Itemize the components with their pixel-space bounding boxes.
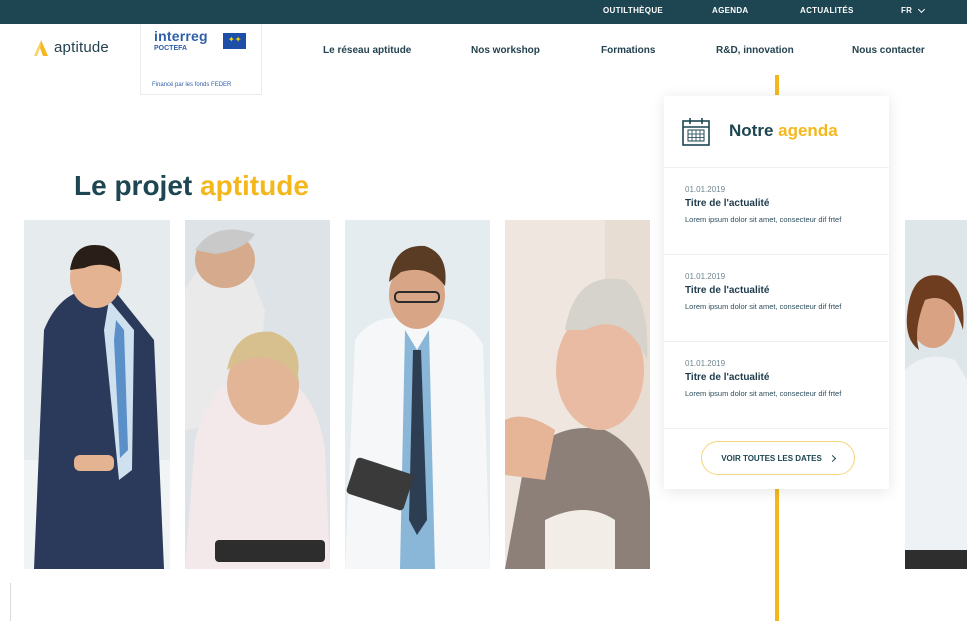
agenda-title-accent: agenda	[778, 121, 838, 140]
agenda-card: Notre agenda 01.01.2019 Titre de l'actua…	[664, 96, 889, 489]
photo-seniors-tablet	[185, 220, 330, 569]
nav-formations[interactable]: Formations	[601, 45, 655, 56]
hero-title: Le projet aptitude	[74, 170, 309, 202]
event-date: 01.01.2019	[685, 185, 726, 194]
aptitude-logo-icon	[34, 39, 48, 56]
eu-flag-icon: ✦✦	[223, 33, 246, 49]
agenda-title: Notre agenda	[729, 121, 838, 141]
event-description: Lorem ipsum dolor sit amet, consecteur d…	[685, 302, 842, 311]
agenda-title-prefix: Notre	[729, 121, 774, 140]
agenda-event[interactable]: 01.01.2019 Titre de l'actualité Lorem ip…	[664, 168, 889, 255]
topbar-link-agenda[interactable]: AGENDA	[712, 6, 748, 15]
agenda-event[interactable]: 01.01.2019 Titre de l'actualité Lorem ip…	[664, 342, 889, 429]
agenda-event[interactable]: 01.01.2019 Titre de l'actualité Lorem ip…	[664, 255, 889, 342]
event-description: Lorem ipsum dolor sit amet, consecteur d…	[685, 215, 842, 224]
event-title: Titre de l'actualité	[685, 372, 770, 383]
chevron-right-icon	[828, 454, 836, 462]
nav-reseau-aptitude[interactable]: Le réseau aptitude	[323, 45, 411, 56]
topbar-link-actualites[interactable]: ACTUALITÉS	[800, 6, 854, 15]
see-all-dates-button[interactable]: VOIR TOUTES LES DATES	[701, 441, 855, 475]
nav-nous-contacter[interactable]: Nous contacter	[852, 45, 925, 56]
see-all-dates-label: VOIR TOUTES LES DATES	[721, 453, 822, 463]
calendar-icon	[681, 117, 711, 147]
agenda-header: Notre agenda	[664, 96, 889, 168]
photo-businessman	[24, 220, 170, 569]
photo-elderly-woman	[505, 220, 650, 569]
timeline-line-bottom	[775, 489, 779, 621]
nav-rd-innovation[interactable]: R&D, innovation	[716, 45, 794, 56]
timeline-line-top	[775, 75, 779, 95]
language-selector[interactable]: FR	[901, 5, 926, 15]
nav-nos-workshop[interactable]: Nos workshop	[471, 45, 540, 56]
logo-text: aptitude	[54, 39, 109, 56]
interreg-funding-note: Financé par les fonds FEDER	[152, 82, 232, 88]
aptitude-logo[interactable]: aptitude	[34, 39, 109, 56]
top-utility-bar: OUTILTHÈQUE AGENDA ACTUALITÉS FR	[0, 0, 967, 24]
event-description: Lorem ipsum dolor sit amet, consecteur d…	[685, 389, 842, 398]
event-date: 01.01.2019	[685, 272, 726, 281]
photo-woman-partial	[905, 220, 967, 569]
interreg-program: POCTEFA	[154, 45, 188, 52]
event-date: 01.01.2019	[685, 359, 726, 368]
photo-doctor-tablet	[345, 220, 490, 569]
page-divider	[10, 583, 11, 621]
hero-title-prefix: Le projet	[74, 170, 193, 201]
event-title: Titre de l'actualité	[685, 285, 770, 296]
event-title: Titre de l'actualité	[685, 198, 770, 209]
topbar-link-outiltheque[interactable]: OUTILTHÈQUE	[603, 6, 663, 15]
interreg-logo-box[interactable]: interreg POCTEFA ✦✦ Financé par les fond…	[140, 24, 262, 95]
hero-title-accent: aptitude	[200, 170, 309, 201]
interreg-logo-text: interreg	[154, 28, 208, 44]
chevron-down-icon	[918, 5, 926, 13]
language-label: FR	[901, 6, 913, 15]
